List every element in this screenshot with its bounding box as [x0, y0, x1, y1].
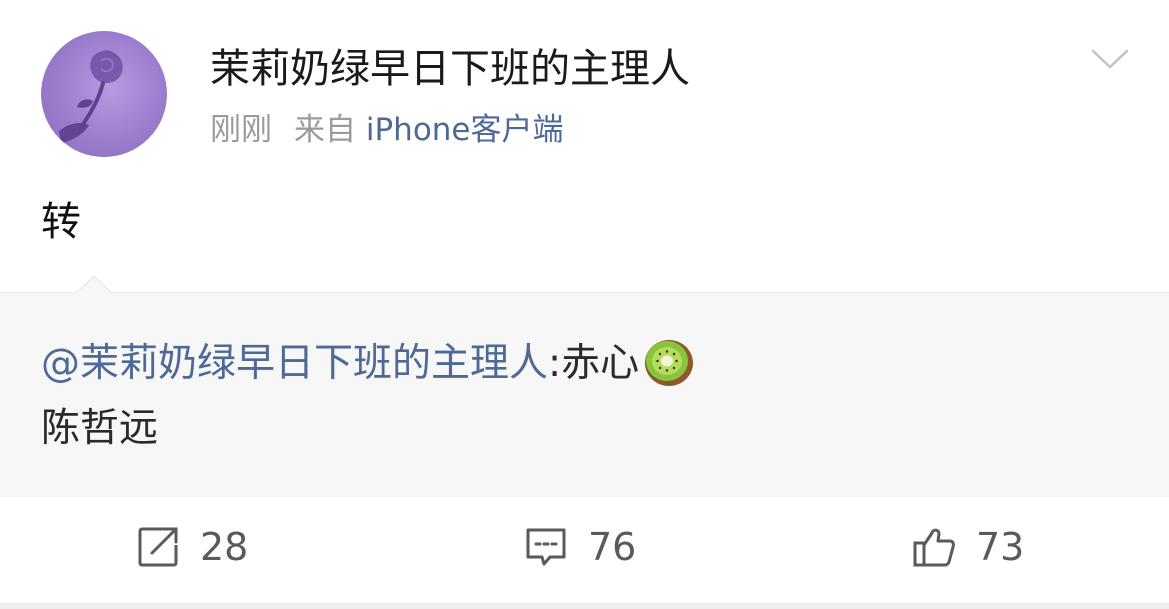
quote-line-2: 陈哲远 [41, 406, 159, 451]
quoted-post[interactable] [0, 292, 1169, 498]
quote-line-1: @茉莉奶绿早日下班的主理人:赤心 [41, 336, 695, 390]
like-button[interactable]: 73 [912, 525, 1024, 569]
source-prefix: 来自 [294, 112, 356, 148]
post-meta: 刚刚 来自 iPhone客户端 [210, 110, 564, 150]
username[interactable]: 茉莉奶绿早日下班的主理人 [210, 44, 690, 94]
thumbs-up-icon [913, 528, 955, 567]
avatar[interactable] [41, 31, 167, 157]
source-app-link[interactable]: iPhone客户端 [366, 112, 564, 148]
rose-silhouette-icon [59, 50, 123, 143]
mention-link[interactable]: @茉莉奶绿早日下班的主理人 [41, 341, 548, 386]
bottom-divider [0, 603, 1169, 609]
quote-notch [76, 275, 112, 293]
post-time: 刚刚 [210, 112, 272, 148]
comment-icon [526, 528, 566, 566]
chevron-down-icon[interactable] [1090, 46, 1130, 72]
comment-count: 76 [588, 525, 637, 569]
action-bar: 28 76 73 [0, 497, 1169, 609]
weibo-post: 茉莉奶绿早日下班的主理人 刚刚 来自 iPhone客户端 转 @茉莉奶绿早日下班的… [0, 0, 1169, 609]
like-count: 73 [976, 525, 1025, 569]
repost-count: 28 [200, 525, 249, 569]
post-text: 转 [41, 199, 81, 245]
repost-button[interactable]: 28 [136, 525, 248, 569]
repost-icon [138, 527, 178, 567]
kiwi-emoji-icon [645, 340, 694, 386]
comment-button[interactable]: 76 [524, 525, 636, 569]
quote-text: :赤心 [548, 341, 640, 386]
